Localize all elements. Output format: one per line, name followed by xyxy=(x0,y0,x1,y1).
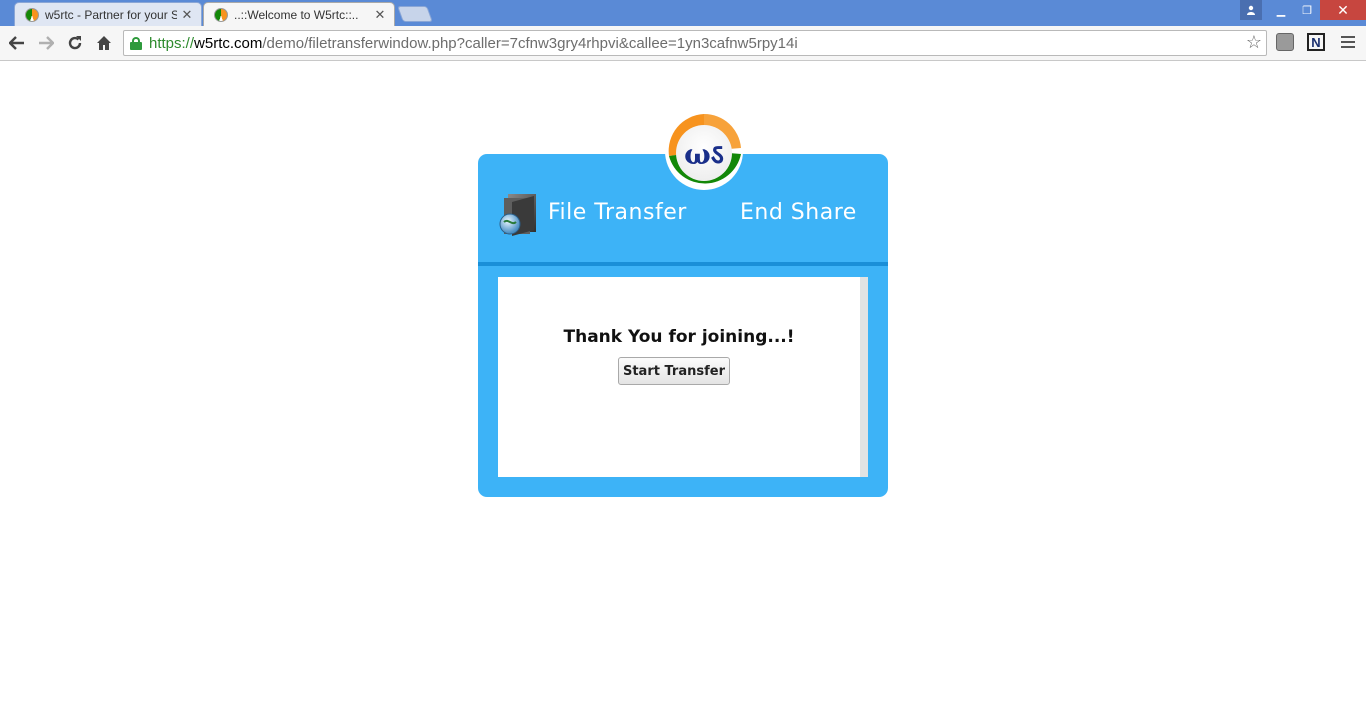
extension-shield-icon[interactable] xyxy=(1276,33,1294,51)
logo-text: ωऽ xyxy=(684,138,724,171)
thank-you-message: Thank You for joining...! xyxy=(563,327,795,347)
restore-icon[interactable]: ❐ xyxy=(1294,0,1320,20)
file-transfer-link[interactable]: File Transfer xyxy=(548,200,687,225)
bookmark-star-icon[interactable]: ☆ xyxy=(1246,32,1262,53)
tab-close-icon[interactable]: ✕ xyxy=(374,7,386,23)
home-icon[interactable] xyxy=(93,32,115,54)
tab-welcome-w5rtc[interactable]: ..::Welcome to W5rtc::.. ✕ xyxy=(203,2,395,26)
folder-globe-icon xyxy=(499,194,536,236)
window-controls: ▁ ❐ ✕ xyxy=(1240,0,1366,20)
start-transfer-button[interactable]: Start Transfer xyxy=(618,357,730,385)
user-profile-icon[interactable] xyxy=(1240,0,1262,20)
panel-header: ωऽ File Transfer End Share xyxy=(478,112,888,264)
browser-toolbar: https://w5rtc.com/demo/filetransferwindo… xyxy=(0,26,1366,61)
browser-tabstrip: w5rtc - Partner for your Su ✕ ..::Welcom… xyxy=(0,0,1366,26)
window-close-icon[interactable]: ✕ xyxy=(1320,0,1366,20)
url-host: w5rtc.com xyxy=(194,34,263,52)
w5rtc-favicon-icon xyxy=(214,7,228,22)
tab-title: w5rtc - Partner for your Su xyxy=(45,7,177,22)
transfer-content-box: Thank You for joining...! Start Transfer xyxy=(498,277,868,477)
browser-menu-icon[interactable] xyxy=(1340,34,1356,50)
extension-n-icon[interactable]: N xyxy=(1307,33,1325,51)
end-share-link[interactable]: End Share xyxy=(740,200,857,225)
new-tab-button[interactable] xyxy=(397,6,433,22)
tab-close-icon[interactable]: ✕ xyxy=(181,7,193,23)
url-scheme: https:// xyxy=(149,34,195,52)
url-path: /demo/filetransferwindow.php?caller=7cfn… xyxy=(262,34,798,52)
panel-divider xyxy=(478,262,888,266)
tab-w5rtc-partner[interactable]: w5rtc - Partner for your Su ✕ xyxy=(14,2,202,26)
w5rtc-logo-icon: ωऽ xyxy=(665,112,743,190)
tab-title: ..::Welcome to W5rtc::.. xyxy=(234,7,359,22)
w5rtc-favicon-icon xyxy=(25,7,39,22)
address-bar[interactable]: https://w5rtc.com/demo/filetransferwindo… xyxy=(123,30,1267,56)
reload-icon[interactable] xyxy=(64,32,86,54)
file-transfer-panel: ωऽ File Transfer End Share Thank You for… xyxy=(478,112,888,497)
secure-lock-icon xyxy=(130,36,142,50)
minimize-icon[interactable]: ▁ xyxy=(1268,0,1294,20)
forward-arrow-icon[interactable] xyxy=(35,32,57,54)
back-arrow-icon[interactable] xyxy=(6,32,28,54)
